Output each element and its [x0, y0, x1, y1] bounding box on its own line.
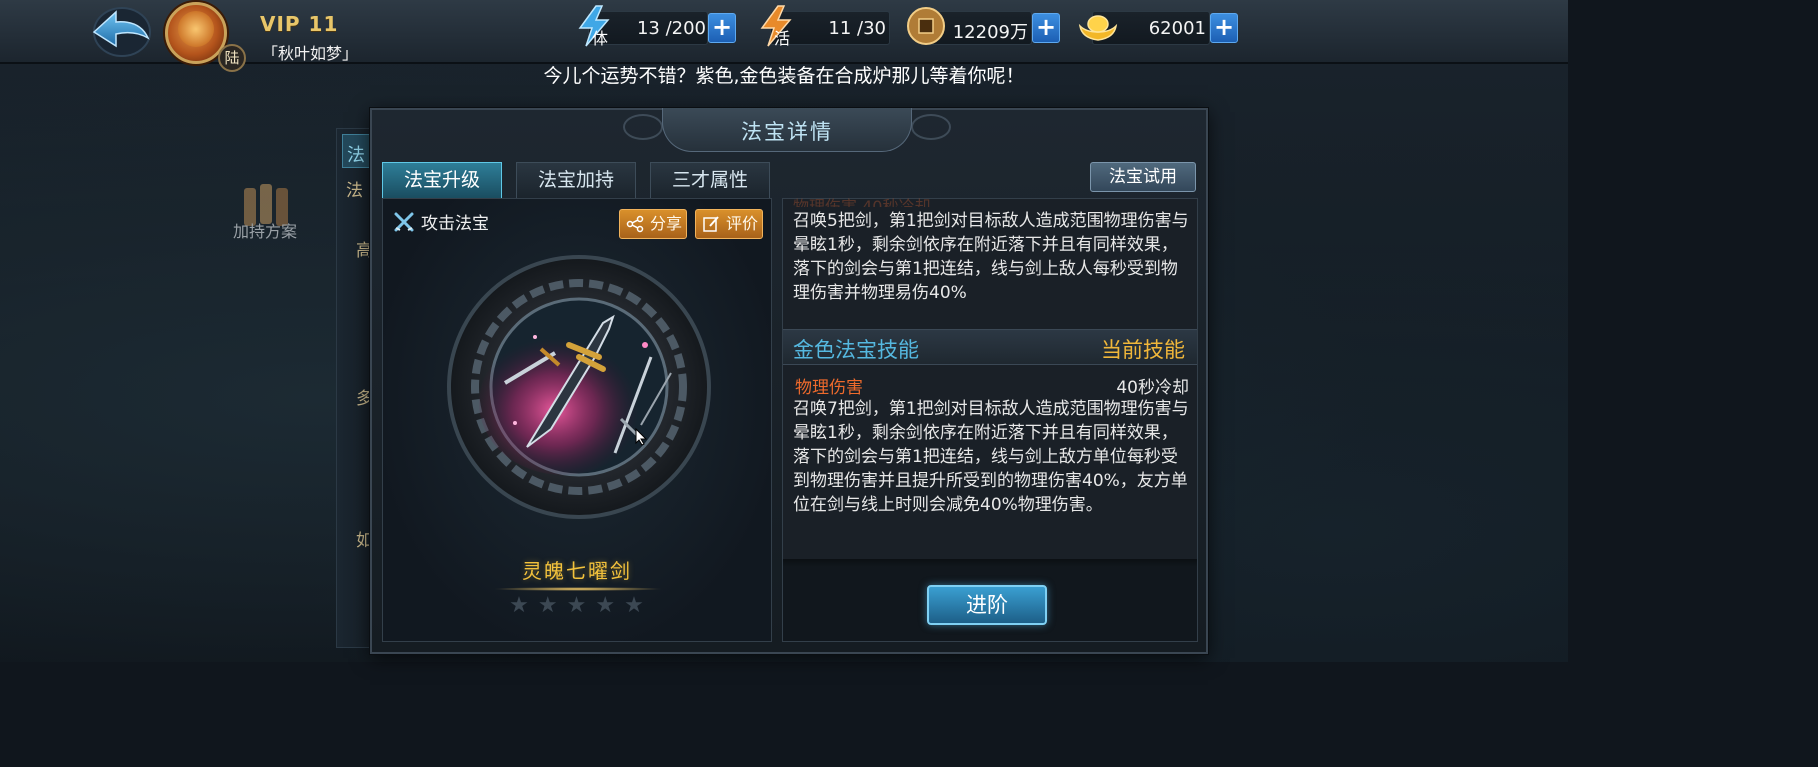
tab-three-talents[interactable]: 三才属性	[650, 162, 770, 198]
star-icon: ★	[509, 593, 530, 618]
activity-value: 11 /30	[828, 18, 886, 39]
tab-treasure-upgrade[interactable]: 法宝升级	[382, 162, 502, 198]
treasure-detail-dialog: 法宝详情 法宝升级 法宝加持 三才属性 法宝试用 攻击法宝 分享 评价 灵魄七曜…	[370, 108, 1208, 654]
scroll-label: 加持方案	[233, 222, 298, 241]
review-button[interactable]: 评价	[695, 209, 763, 239]
current-skill-label: 当前技能	[1101, 338, 1185, 362]
notice-text: 今儿个运势不错？紫色,金色装备在合成炉那儿等着你呢！	[543, 65, 1025, 87]
tab-treasure-enhance[interactable]: 法宝加持	[516, 162, 636, 198]
review-label: 评价	[726, 214, 759, 233]
background-tab: 法	[342, 134, 372, 168]
faded-previous-header: 物理伤害 40秒冷却	[793, 197, 931, 207]
skill-description: 召唤7把剑，第1把剑对目标敌人造成范围物理伤害与晕眩1秒，剩余剑依序在附近落下并…	[793, 399, 1189, 515]
crossed-swords-icon	[394, 212, 414, 232]
copper-value: 12209万	[952, 22, 1028, 43]
add-stamina-button[interactable]: +	[708, 13, 736, 43]
treasure-artwork	[447, 255, 711, 519]
avatar-portrait	[178, 11, 214, 47]
star-icon: ★	[566, 593, 588, 618]
scroll-shadow	[783, 559, 1197, 567]
treasure-preview-pane: 攻击法宝 分享 评价 灵魄七曜剑 ★ ★ ★ ★ ★	[382, 198, 772, 642]
advance-button[interactable]: 进阶	[927, 585, 1047, 625]
share-button[interactable]: 分享	[619, 209, 687, 239]
share-label: 分享	[650, 214, 683, 233]
star-rating: ★ ★ ★ ★ ★	[383, 593, 771, 618]
name-glow	[493, 587, 663, 591]
add-copper-button[interactable]: +	[1032, 13, 1060, 43]
star-icon: ★	[624, 593, 645, 618]
back-button[interactable]	[88, 4, 154, 58]
skill-info-pane[interactable]: 物理伤害 40秒冷却 召唤5把剑，第1把剑对目标敌人造成范围物理伤害与晕眩1秒，…	[782, 197, 1198, 642]
dialog-title: 法宝详情	[741, 120, 833, 144]
skill-section-title: 金色法宝技能	[793, 338, 919, 362]
dialog-title-plate: 法宝详情	[623, 108, 951, 152]
notice-ticker: 今儿个运势不错？紫色,金色装备在合成炉那儿等着你呢！	[0, 64, 1568, 88]
previous-skill-desc: 召唤5把剑，第1把剑对目标敌人造成范围物理伤害与晕眩1秒，剩余剑依序在附近落下并…	[793, 211, 1189, 303]
star-icon: ★	[537, 593, 559, 618]
background-char: 法	[346, 181, 363, 201]
treasure-name: 灵魄七曜剑	[522, 559, 632, 583]
activity-label: 活	[774, 29, 790, 48]
gold-value: 62001	[1148, 18, 1206, 39]
skill-name: 物理伤害	[795, 378, 863, 398]
title-ornament	[623, 114, 663, 140]
treasure-type-label: 攻击法宝	[421, 214, 489, 234]
title-ornament	[911, 114, 951, 140]
star-icon: ★	[595, 593, 617, 618]
stamina-label: 体	[592, 29, 608, 48]
stamina-value: 13 /200	[636, 18, 706, 39]
skill-cooldown: 40秒冷却	[1116, 378, 1189, 398]
skill-description-scroll[interactable]: 物理伤害 40秒冷却 召唤5把剑，第1把剑对目标敌人造成范围物理伤害与晕眩1秒，…	[783, 197, 1197, 559]
vip-label: VIP 11	[260, 12, 339, 36]
treasure-trial-button[interactable]: 法宝试用	[1090, 162, 1196, 192]
mouse-cursor-icon	[635, 428, 647, 446]
skill-section-header: 金色法宝技能 当前技能	[783, 329, 1197, 365]
share-icon	[626, 215, 644, 233]
add-gold-button[interactable]: +	[1210, 13, 1238, 43]
edit-icon	[703, 216, 719, 232]
top-bar: 陆 VIP 11 「秋叶如梦」 体 13 /200 + 活 11 /30 122…	[0, 0, 1568, 72]
player-name: 「秋叶如梦」	[262, 44, 359, 63]
